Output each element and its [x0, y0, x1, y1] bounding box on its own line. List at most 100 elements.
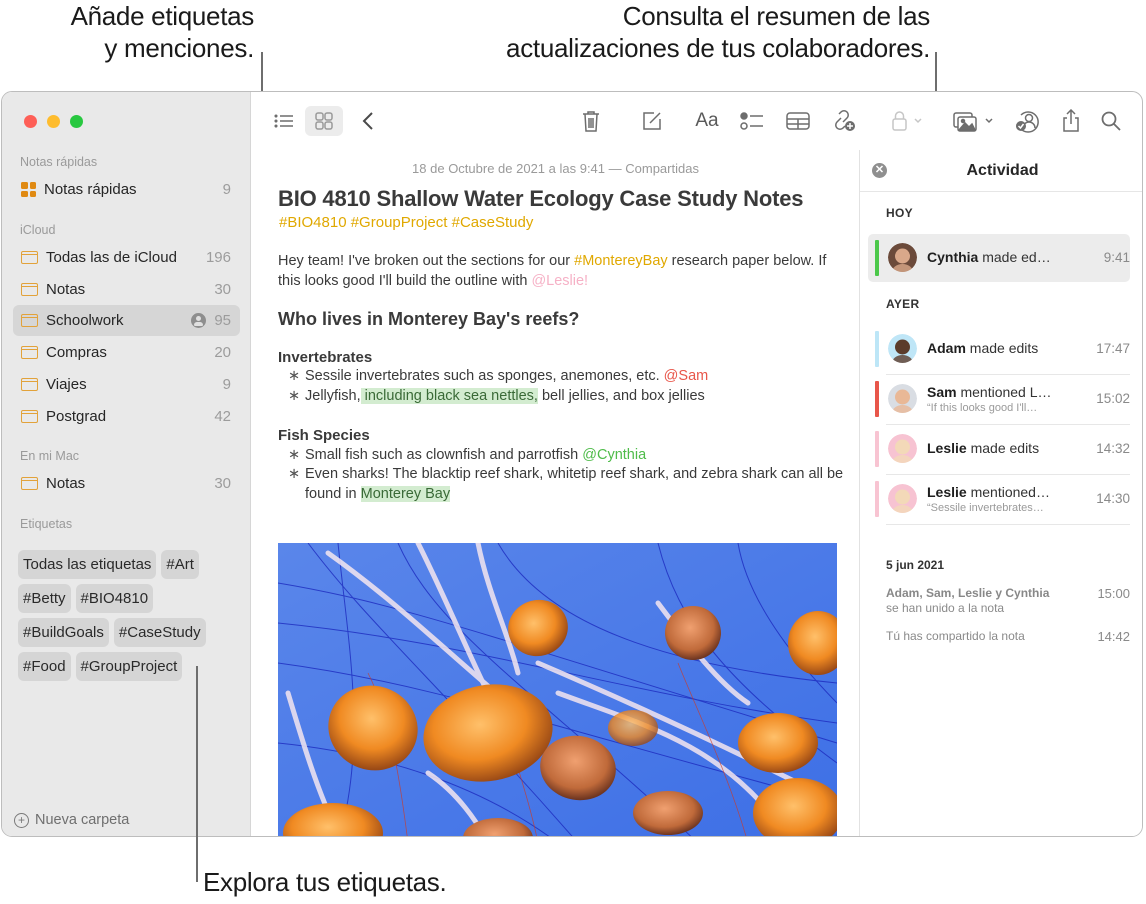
media-icon [953, 112, 993, 132]
table-button[interactable] [785, 106, 811, 136]
section-label-icloud: iCloud [20, 223, 56, 237]
sidebar-item-label: Viajes [46, 375, 87, 393]
sidebar-item-folder[interactable]: Schoolwork 95 [13, 305, 240, 337]
back-button[interactable] [357, 106, 379, 136]
tag-chip[interactable]: #BIO4810 [75, 584, 154, 613]
tag-chip[interactable]: #GroupProject [75, 652, 183, 681]
activity-button[interactable] [1014, 106, 1042, 136]
close-window-button[interactable] [24, 115, 37, 128]
avatar-cynthia [888, 243, 917, 272]
folder-icon [20, 477, 38, 490]
sidebar-item-mac-notas[interactable]: Notas 30 [13, 468, 240, 499]
note-date: 18 de Octubre de 2021 a las 9:41 — Compa… [412, 161, 699, 176]
list-view-button[interactable] [272, 106, 296, 136]
sidebar-item-folder[interactable]: Notas 30 [13, 274, 240, 305]
history-text: Tú has compartido la nota [886, 629, 1025, 643]
mention-cynthia[interactable]: @Cynthia [582, 447, 646, 463]
compose-button[interactable] [640, 106, 664, 136]
bullet-item: ∗ Even sharks! The blacktip reef shark, … [278, 465, 848, 504]
sidebar-item-label: Notas [46, 475, 86, 492]
lock-button[interactable] [888, 106, 928, 136]
day-label-today: HOY [886, 206, 913, 220]
activity-item[interactable]: Adam made edits 17:47 [868, 325, 1130, 373]
highlighted-edit: Monterey Bay [360, 485, 451, 502]
sidebar-item-folder[interactable]: Compras 20 [13, 337, 240, 368]
activity-divider [886, 524, 1130, 525]
activity-text: Leslie made edits [927, 440, 1062, 456]
collaborator-color-bar [875, 240, 879, 276]
activity-panel: ✕ Actividad HOY Cynthia made ed… 9:41 AYE… [859, 150, 1142, 836]
search-button[interactable] [1099, 106, 1123, 136]
tag-chip[interactable]: #Food [18, 652, 71, 681]
sidebar-item-folder[interactable]: Postgrad 42 [13, 401, 240, 432]
bullet-icon: ∗ [288, 368, 301, 384]
activity-action: made edits [966, 440, 1040, 456]
history-item: Tú has compartido la nota 14:42 [886, 629, 1130, 644]
share-button[interactable] [1059, 106, 1083, 136]
jellyfish-photo[interactable] [278, 543, 837, 836]
activity-header: ✕ Actividad [860, 150, 1142, 192]
bullet-text: Jellyfish, [305, 387, 361, 404]
media-button[interactable] [952, 106, 998, 136]
avatar-sam [888, 384, 917, 413]
callout-tags-mentions: Añade etiquetas y menciones. [70, 0, 255, 64]
activity-item[interactable]: Leslie made edits 14:32 [868, 425, 1130, 473]
jellyfish-image [278, 543, 837, 836]
collaborator-color-bar [875, 481, 879, 517]
new-folder-button[interactable]: + Nueva carpeta [14, 812, 129, 828]
note-title: BIO 4810 Shallow Water Ecology Case Stud… [278, 186, 804, 211]
intro-text: Hey team! I've broken out the sections f… [278, 253, 575, 269]
activity-item[interactable]: Cynthia made ed… 9:41 [868, 234, 1130, 282]
activity-icon [1016, 111, 1039, 133]
callout-line: Consulta el resumen de las [622, 1, 931, 31]
history-participants: Adam, Sam, Leslie y Cynthia [886, 586, 1050, 600]
sidebar-item-count: 30 [214, 280, 231, 298]
format-button[interactable]: Aa [692, 106, 722, 136]
avatar-leslie [888, 484, 917, 513]
mention-sam[interactable]: @Sam [664, 368, 709, 384]
sidebar-item-folder[interactable]: Viajes 9 [13, 369, 240, 400]
collaborate-button[interactable] [831, 106, 857, 136]
activity-action: mentioned… [966, 484, 1050, 500]
shared-person-icon [191, 313, 207, 329]
sidebar-item-folder[interactable]: Todas las de iCloud 196 [13, 242, 240, 273]
mention-leslie[interactable]: @Leslie! [531, 273, 588, 289]
section-label-on-my-mac: En mi Mac [20, 449, 80, 463]
bullet-icon: ∗ [288, 387, 301, 404]
sidebar-item-count: 20 [214, 344, 231, 362]
bullet-text: bell jellies, and box jellies [537, 387, 705, 404]
note-body: Hey team! I've broken out the sections f… [278, 252, 848, 504]
checklist-button[interactable] [739, 106, 765, 136]
search-icon [1101, 111, 1121, 131]
tag-chip[interactable]: #BuildGoals [18, 618, 109, 647]
activity-item[interactable]: Leslie mentioned… “Sessile invertebrates…… [868, 475, 1130, 523]
activity-snippet: “If this looks good I'll… [927, 402, 1038, 414]
activity-title: Actividad [966, 162, 1039, 179]
history-date: 5 jun 2021 [886, 558, 945, 572]
tag-chip[interactable]: #CaseStudy [113, 618, 206, 647]
tag-chip[interactable]: #Art [161, 550, 199, 579]
trash-icon [583, 111, 599, 132]
callout-line: Añade etiquetas [70, 1, 255, 31]
bullet-item: ∗ Small fish such as clownfish and parro… [278, 446, 848, 466]
zoom-window-button[interactable] [70, 115, 83, 128]
avatar [888, 484, 917, 513]
collaborator-color-bar [875, 431, 879, 467]
history-item: Adam, Sam, Leslie y Cynthia se han unido… [886, 586, 1130, 616]
gallery-view-button[interactable] [305, 106, 343, 136]
activity-text: Cynthia made ed… [927, 249, 1062, 265]
tag-chip[interactable]: #Betty [18, 584, 71, 613]
minimize-window-button[interactable] [47, 115, 60, 128]
note-editor[interactable]: 18 de Octubre de 2021 a las 9:41 — Compa… [252, 150, 859, 836]
activity-item[interactable]: Sam mentioned L… “If this looks good I'll… [868, 375, 1130, 423]
delete-button[interactable] [579, 106, 603, 136]
inline-tag[interactable]: #MontereyBay [574, 253, 668, 269]
lock-icon [892, 111, 922, 131]
sidebar-item-quick-notes[interactable]: Notas rápidas 9 [13, 174, 240, 205]
activity-action: made edits [965, 340, 1039, 356]
tag-chip[interactable]: Todas las etiquetas [18, 550, 157, 579]
collaborator-name: Leslie [927, 484, 967, 500]
share-icon [1063, 109, 1079, 132]
collaborator-name: Sam [927, 384, 957, 400]
collaborator-name: Adam [927, 340, 966, 356]
